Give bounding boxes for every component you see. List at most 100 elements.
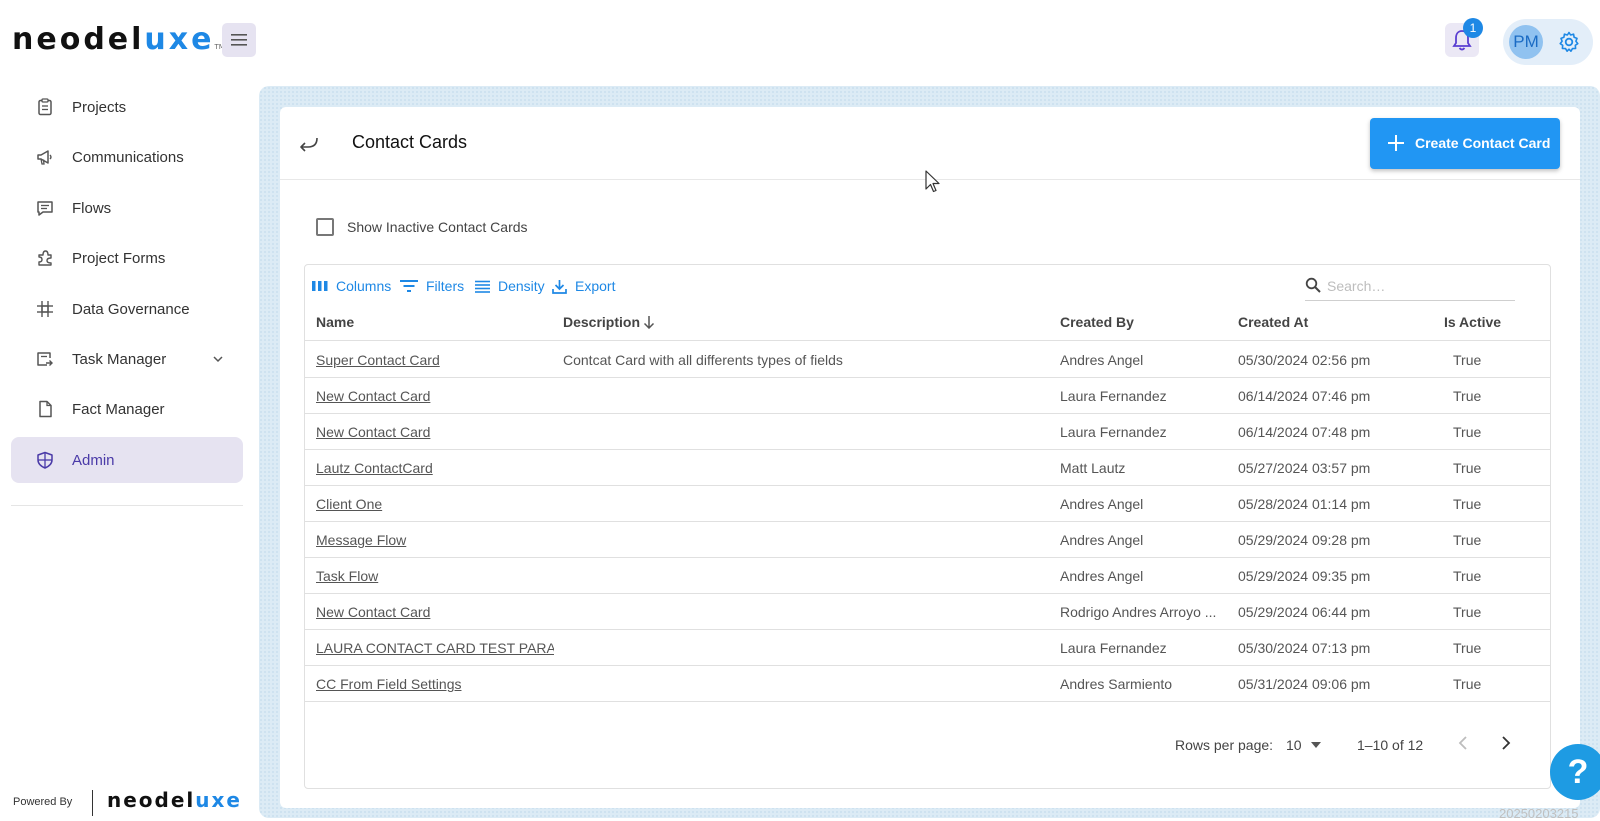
show-inactive-checkbox[interactable] [316, 218, 334, 236]
table-row[interactable]: Client One Andres Angel 05/28/2024 01:14… [305, 486, 1550, 522]
puzzle-icon [38, 250, 52, 266]
plus-icon [1388, 135, 1404, 151]
column-header-created-by[interactable]: Created By [1060, 314, 1134, 330]
row-created-at: 05/30/2024 02:56 pm [1238, 352, 1371, 368]
clipboard-icon [38, 98, 52, 116]
table-row[interactable]: Lautz ContactCard Matt Lautz 05/27/2024 … [305, 450, 1550, 486]
column-header-created-at[interactable]: Created At [1238, 314, 1308, 330]
sidebar-item-label: Communications [72, 148, 184, 166]
row-is-active: True [1453, 388, 1482, 404]
row-created-at: 05/28/2024 01:14 pm [1238, 496, 1371, 512]
sidebar-item-task-manager[interactable]: Task Manager [11, 336, 243, 382]
row-created-at: 05/31/2024 09:06 pm [1238, 676, 1371, 692]
top-bar: neodeluxeTM 1 PM [0, 0, 1600, 82]
table-row[interactable]: CC From Field Settings Andres Sarmiento … [305, 666, 1550, 702]
row-is-active: True [1453, 604, 1482, 620]
row-created-by: Matt Lautz [1060, 460, 1126, 476]
row-name-link[interactable]: LAURA CONTACT CARD TEST PARA AI [316, 640, 554, 656]
chevron-down-icon[interactable] [211, 352, 225, 366]
row-created-by: Andres Angel [1060, 532, 1144, 548]
table-row[interactable]: New Contact Card Laura Fernandez 06/14/2… [305, 378, 1550, 414]
row-created-at: 06/14/2024 07:48 pm [1238, 424, 1371, 440]
caret-down-icon [1310, 742, 1321, 748]
next-page-icon[interactable] [1496, 734, 1514, 752]
sidebar-item-flows[interactable]: Flows [11, 185, 243, 231]
columns-button[interactable]: Columns [312, 278, 391, 294]
row-is-active: True [1453, 568, 1482, 584]
row-name-link[interactable]: New Contact Card [316, 424, 554, 440]
create-button-label: Create Contact Card [1415, 135, 1551, 151]
table-row[interactable]: Task Flow Andres Angel 05/29/2024 09:35 … [305, 558, 1550, 594]
page-title: Contact Cards [352, 132, 468, 152]
previous-page-icon[interactable] [1455, 734, 1473, 752]
sidebar-item-label: Project Forms [72, 249, 166, 267]
column-header-description[interactable]: Description [563, 314, 640, 330]
shield-icon [37, 451, 53, 469]
density-button[interactable]: Density [475, 278, 545, 294]
row-is-active: True [1453, 640, 1482, 656]
filter-icon [400, 280, 418, 292]
help-button[interactable]: ? [1550, 744, 1600, 800]
rows-per-page-value: 10 [1286, 737, 1302, 753]
menu-toggle-button[interactable] [222, 23, 256, 57]
notification-badge: 1 [1463, 18, 1483, 38]
filters-button[interactable]: Filters [400, 278, 464, 294]
row-name-link[interactable]: Task Flow [316, 568, 554, 584]
show-inactive-toggle[interactable]: Show Inactive Contact Cards [316, 218, 528, 236]
row-is-active: True [1453, 496, 1482, 512]
column-header-is-active[interactable]: Is Active [1444, 314, 1501, 330]
sidebar-item-fact-manager[interactable]: Fact Manager [11, 386, 243, 432]
row-name-link[interactable]: Lautz ContactCard [316, 460, 554, 476]
table-row[interactable]: New Contact Card Rodrigo Andres Arroyo .… [305, 594, 1550, 630]
table-row[interactable]: Super Contact Card Contcat Card with all… [305, 342, 1550, 378]
sidebar-item-admin[interactable]: Admin [11, 437, 243, 483]
sort-arrow-down-icon[interactable] [643, 315, 655, 329]
row-is-active: True [1453, 460, 1482, 476]
table-row[interactable]: New Contact Card Laura Fernandez 06/14/2… [305, 414, 1550, 450]
show-inactive-label: Show Inactive Contact Cards [347, 219, 528, 235]
row-name-link[interactable]: New Contact Card [316, 604, 554, 620]
row-created-by: Laura Fernandez [1060, 424, 1167, 440]
row-name-link[interactable]: Super Contact Card [316, 352, 554, 368]
row-name-link[interactable]: New Contact Card [316, 388, 554, 404]
row-name-link[interactable]: Message Flow [316, 532, 554, 548]
sidebar-item-data-governance[interactable]: Data Governance [11, 286, 243, 332]
sidebar-item-label: Task Manager [72, 350, 167, 368]
columns-label: Columns [336, 278, 392, 294]
row-created-at: 05/29/2024 09:35 pm [1238, 568, 1371, 584]
sidebar-item-project-forms[interactable]: Project Forms [11, 235, 243, 281]
row-created-by: Laura Fernandez [1060, 640, 1167, 656]
search-input[interactable] [1327, 275, 1507, 297]
sidebar-item-label: Projects [72, 98, 127, 116]
search-icon [1305, 277, 1321, 293]
row-name-link[interactable]: CC From Field Settings [316, 676, 554, 692]
table-row[interactable]: Message Flow Andres Angel 05/29/2024 09:… [305, 522, 1550, 558]
gear-icon[interactable] [1557, 30, 1581, 54]
rows-per-page-label: Rows per page: [1175, 737, 1274, 753]
chat-icon [37, 201, 53, 216]
export-label: Export [575, 278, 616, 294]
user-menu[interactable]: PM [1503, 19, 1593, 65]
row-created-at: 06/14/2024 07:46 pm [1238, 388, 1371, 404]
sidebar-item-projects[interactable]: Projects [11, 84, 243, 130]
column-header-name[interactable]: Name [316, 314, 354, 330]
back-arrow-icon[interactable] [298, 134, 320, 154]
create-contact-card-button[interactable]: Create Contact Card [1370, 118, 1560, 169]
rows-per-page-select[interactable]: 10 [1286, 737, 1321, 753]
table-header: Name Description Created By Created At I… [305, 303, 1550, 341]
table-search [1305, 273, 1515, 301]
row-created-by: Laura Fernandez [1060, 388, 1167, 404]
avatar[interactable]: PM [1509, 25, 1543, 59]
row-name-link[interactable]: Client One [316, 496, 554, 512]
sidebar-item-communications[interactable]: Communications [11, 134, 243, 180]
table-row[interactable]: LAURA CONTACT CARD TEST PARA AI Laura Fe… [305, 630, 1550, 666]
contact-cards-table: Columns Filters Density Export Name Desc… [304, 264, 1551, 789]
density-icon [475, 280, 490, 293]
export-button[interactable]: Export [552, 278, 615, 294]
row-created-at: 05/30/2024 07:13 pm [1238, 640, 1371, 656]
sidebar-item-label: Fact Manager [72, 400, 165, 418]
mouse-cursor-icon [925, 170, 940, 193]
sidebar-item-label: Admin [72, 451, 115, 469]
hamburger-icon [231, 34, 247, 46]
row-is-active: True [1453, 424, 1482, 440]
